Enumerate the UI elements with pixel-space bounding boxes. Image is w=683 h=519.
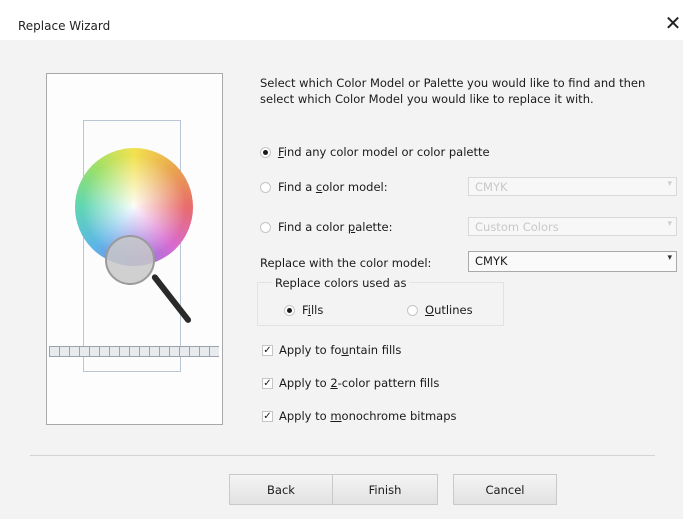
find-model-label: Find a color model: <box>278 180 388 194</box>
fills-label: Fills <box>302 303 324 317</box>
ruler-strip <box>49 346 219 357</box>
fills-option[interactable]: Fills <box>284 303 323 317</box>
close-icon[interactable]: ✕ <box>663 11 683 35</box>
button-separator <box>30 455 655 456</box>
outlines-option[interactable]: Outlines <box>407 303 473 317</box>
find-palette-label: Find a color palette: <box>278 220 393 234</box>
outlines-label: Outlines <box>425 303 473 317</box>
pattern-fills-option[interactable]: ✓ Apply to 2-color pattern fills <box>262 376 439 390</box>
outlines-radio[interactable] <box>407 304 418 316</box>
fountain-fills-option[interactable]: ✓ Apply to fountain fills <box>262 343 401 357</box>
replace-model-dropdown[interactable]: CMYK ▾ <box>468 251 677 272</box>
window-title: Replace Wizard <box>18 19 111 33</box>
find-any-radio[interactable] <box>260 146 271 158</box>
find-model-radio[interactable] <box>260 181 271 193</box>
finish-button[interactable]: Finish <box>332 474 438 505</box>
fountain-fills-label: Apply to fountain fills <box>279 343 402 357</box>
find-palette-dropdown[interactable]: Custom Colors ▾ <box>468 217 677 236</box>
find-palette-value: Custom Colors <box>475 220 559 234</box>
chevron-down-icon: ▾ <box>667 179 672 189</box>
monochrome-bitmaps-label: Apply to monochrome bitmaps <box>279 409 457 423</box>
pattern-fills-checkbox[interactable]: ✓ <box>262 377 273 389</box>
find-any-option[interactable]: Find any color model or color palette <box>260 145 490 159</box>
chevron-down-icon: ▾ <box>667 219 672 229</box>
replace-colors-group-label: Replace colors used as <box>272 276 410 290</box>
replace-with-label: Replace with the color model: <box>260 256 432 270</box>
magnifier-lens-icon <box>105 235 155 285</box>
find-model-option[interactable]: Find a color model: <box>260 180 388 194</box>
intro-text: Select which Color Model or Palette you … <box>260 76 646 106</box>
find-palette-option[interactable]: Find a color palette: <box>260 220 393 234</box>
pattern-fills-label: Apply to 2-color pattern fills <box>279 376 440 390</box>
back-button[interactable]: Back <box>229 474 333 505</box>
cancel-button[interactable]: Cancel <box>453 474 557 505</box>
replace-model-value: CMYK <box>475 254 508 268</box>
find-model-value: CMYK <box>475 180 508 194</box>
chevron-down-icon: ▾ <box>667 253 672 263</box>
find-model-dropdown[interactable]: CMYK ▾ <box>468 177 677 196</box>
fountain-fills-checkbox[interactable]: ✓ <box>262 344 273 356</box>
monochrome-bitmaps-checkbox[interactable]: ✓ <box>262 410 273 422</box>
fills-radio[interactable] <box>284 304 295 316</box>
find-palette-radio[interactable] <box>260 221 271 233</box>
find-any-label: Find any color model or color palette <box>278 145 490 159</box>
title-bar: Replace Wizard ✕ <box>0 0 683 40</box>
monochrome-bitmaps-option[interactable]: ✓ Apply to monochrome bitmaps <box>262 409 457 423</box>
wizard-illustration <box>46 73 223 425</box>
